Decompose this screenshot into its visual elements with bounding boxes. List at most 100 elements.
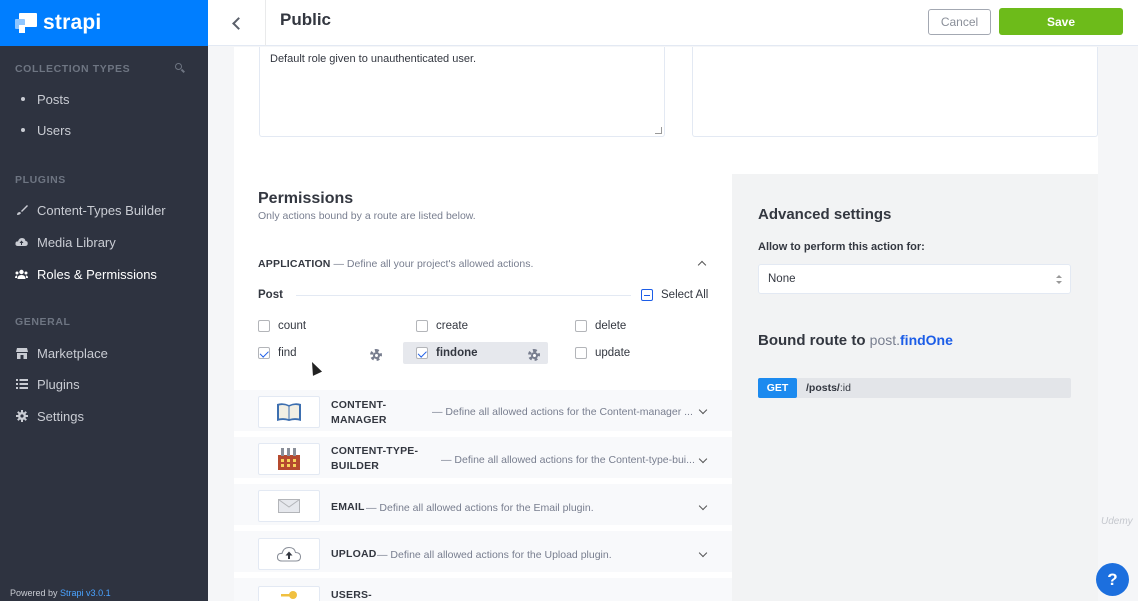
chevron-down-icon[interactable]: [698, 548, 708, 558]
permissions-subtitle: Only actions bound by a route are listed…: [258, 210, 476, 222]
chevron-down-icon[interactable]: [698, 501, 708, 511]
checkbox[interactable]: [416, 320, 428, 332]
section-title-general: GENERAL: [15, 316, 71, 328]
envelope-icon: [258, 490, 320, 522]
sidebar-item-label: Media Library: [37, 234, 116, 250]
help-button[interactable]: ?: [1096, 563, 1129, 596]
powered-by: Powered by Strapi v3.0.1: [10, 588, 111, 598]
plugin-description: — Define all allowed actions for the Upl…: [377, 549, 612, 561]
back-button[interactable]: [208, 0, 266, 46]
permission-delete[interactable]: delete: [575, 315, 626, 337]
bound-route-prefix: Bound route to: [758, 332, 870, 349]
sidebar-item-label: Content-Types Builder: [37, 202, 166, 218]
sidebar-item-marketplace[interactable]: Marketplace: [15, 343, 108, 363]
checkbox[interactable]: [575, 347, 587, 359]
sidebar-item-plugins[interactable]: Plugins: [15, 374, 80, 394]
plugin-name-line: BUILDER: [331, 460, 380, 472]
application-name: APPLICATION: [258, 258, 331, 270]
chevron-down-icon[interactable]: [698, 454, 708, 464]
allow-label: Allow to perform this action for:: [758, 241, 925, 253]
cancel-button[interactable]: Cancel: [928, 9, 991, 35]
powered-by-text: Powered by: [10, 588, 58, 598]
permission-findone[interactable]: findone: [403, 342, 548, 364]
list-icon: [15, 378, 28, 391]
checkbox[interactable]: [258, 320, 270, 332]
plugin-row-upload[interactable]: UPLOAD — Define all allowed actions for …: [234, 531, 732, 575]
route-method-badge: GET: [758, 378, 797, 398]
bound-route-model: post.: [869, 332, 901, 348]
plugin-row-content-manager[interactable]: CONTENT- MANAGER — Define all allowed ac…: [234, 390, 732, 434]
strapi-logo-icon: [15, 13, 37, 33]
sidebar-item-media-library[interactable]: Media Library: [15, 232, 116, 252]
route-path-prefix: /posts/: [806, 382, 840, 394]
bound-route-title: Bound route to post.findOne: [758, 332, 953, 349]
application-description: — Define all your project's allowed acti…: [330, 258, 534, 270]
permissions-title: Permissions: [258, 190, 354, 207]
checkbox-checked[interactable]: [258, 347, 270, 359]
sidebar-item-label: Settings: [37, 408, 84, 424]
route-path-param: :id: [839, 382, 851, 394]
description-textarea[interactable]: Default role given to unauthenticated us…: [259, 47, 665, 137]
permission-label: delete: [595, 320, 627, 332]
description-value: Default role given to unauthenticated us…: [270, 53, 477, 65]
header: Public Cancel Save: [208, 0, 1138, 46]
permission-label: findone: [436, 347, 478, 359]
application-section-header[interactable]: APPLICATION — Define all your project's …: [258, 258, 533, 270]
plugin-description: — Define all allowed actions for the Con…: [441, 454, 695, 466]
secondary-field[interactable]: [692, 47, 1098, 137]
logo-bar[interactable]: strapi: [0, 0, 208, 46]
gear-icon: [15, 410, 28, 423]
page-title: Public: [280, 10, 332, 29]
plugin-name-line: MANAGER: [331, 414, 387, 426]
cloud-upload-icon: [15, 236, 28, 249]
search-icon[interactable]: [175, 63, 185, 73]
watermark: Udemy: [1101, 516, 1133, 527]
checkbox-checked[interactable]: [416, 347, 428, 359]
permission-update[interactable]: update: [575, 342, 630, 364]
chevron-left-icon: [232, 16, 245, 30]
permission-count[interactable]: count: [258, 315, 306, 337]
route-path: /posts/:id: [806, 382, 851, 394]
shop-icon: [15, 347, 28, 360]
sidebar-item-roles-permissions[interactable]: Roles & Permissions: [15, 264, 157, 284]
controller-title: Post: [258, 289, 283, 301]
logo-text: strapi: [43, 11, 102, 34]
sidebar-item-users[interactable]: Users: [15, 120, 71, 140]
permission-create[interactable]: create: [416, 315, 468, 337]
plugin-name: CONTENT-TYPE- BUILDER: [331, 444, 418, 474]
key-icon: [258, 586, 320, 601]
users-icon: [15, 268, 28, 281]
book-icon: [258, 396, 320, 428]
advanced-settings-title: Advanced settings: [758, 206, 892, 223]
bullet-icon: [21, 128, 25, 132]
permission-label: create: [436, 320, 468, 332]
checkbox[interactable]: [575, 320, 587, 332]
plugin-name: USERS-: [331, 589, 372, 601]
gear-icon[interactable]: [528, 349, 540, 361]
sidebar-item-content-types-builder[interactable]: Content-Types Builder: [15, 200, 166, 220]
bound-route-action: findOne: [900, 332, 953, 348]
paintbrush-icon: [15, 204, 28, 217]
plugin-row-content-type-builder[interactable]: CONTENT-TYPE- BUILDER — Define all allow…: [234, 437, 732, 481]
permission-label: count: [278, 320, 307, 332]
bullet-icon: [21, 97, 25, 101]
gear-icon[interactable]: [370, 349, 382, 361]
plugin-description: — Define all allowed actions for the Con…: [432, 406, 693, 418]
allow-select[interactable]: None: [758, 264, 1071, 294]
save-button[interactable]: Save: [999, 8, 1123, 35]
sidebar-item-settings[interactable]: Settings: [15, 406, 84, 426]
plugin-row-users-permissions[interactable]: USERS-: [234, 578, 732, 601]
permission-find[interactable]: find: [258, 342, 297, 364]
plugin-name: EMAIL: [331, 501, 365, 513]
strapi-version-link[interactable]: Strapi v3.0.1: [60, 588, 111, 598]
sidebar-item-label: Posts: [37, 91, 70, 107]
sidebar-item-posts[interactable]: Posts: [15, 89, 70, 109]
select-all-checkbox[interactable]: [641, 289, 653, 301]
cloud-upload-icon: [258, 538, 320, 570]
select-all-label[interactable]: Select All: [661, 289, 708, 301]
chevron-down-icon[interactable]: [698, 405, 708, 415]
sidebar-item-label: Users: [37, 122, 71, 138]
allow-select-value: None: [768, 273, 796, 285]
plugin-description: — Define all allowed actions for the Ema…: [366, 502, 594, 514]
plugin-row-email[interactable]: EMAIL — Define all allowed actions for t…: [234, 484, 732, 528]
